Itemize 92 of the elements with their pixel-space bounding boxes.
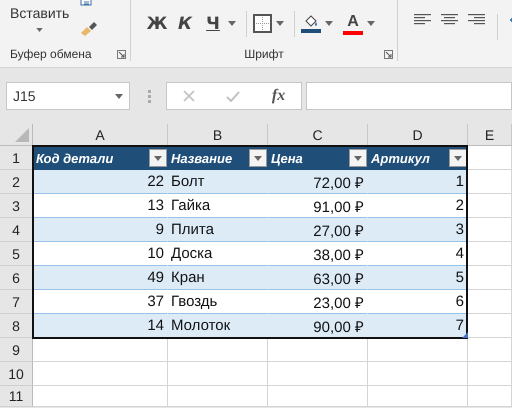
grid-cell[interactable] [368, 338, 468, 362]
table-cell: 63,00 ₽ [268, 266, 368, 290]
column-title: Цена [271, 150, 303, 166]
grid-cell[interactable] [468, 290, 512, 314]
caret-icon [454, 156, 462, 160]
table-cell: 1 [368, 170, 468, 194]
row-header[interactable]: 2 [0, 170, 33, 194]
table-cell: 3 [368, 218, 468, 242]
table-cell: 90,00 ₽ [268, 314, 368, 338]
grid-cell[interactable] [468, 146, 512, 170]
grid-cell[interactable] [33, 362, 168, 386]
align-left-icon[interactable] [414, 14, 431, 26]
align-right-icon[interactable] [468, 14, 485, 26]
table-cell: Кран [168, 266, 268, 290]
underline-button[interactable]: Ч [202, 14, 224, 34]
row-header[interactable]: 9 [0, 338, 33, 362]
borders-icon[interactable] [253, 14, 272, 33]
check-icon[interactable] [226, 90, 240, 102]
row-header[interactable]: 3 [0, 194, 33, 218]
grid-cell[interactable] [368, 362, 468, 386]
grid-cell[interactable] [168, 338, 268, 362]
table-cell: 14 [33, 314, 168, 338]
row-header[interactable]: 8 [0, 314, 33, 338]
table-cell: Молоток [168, 314, 268, 338]
filter-button[interactable] [449, 149, 467, 167]
grid-cell[interactable] [268, 362, 368, 386]
table-cell: 72,00 ₽ [268, 170, 368, 194]
row-header[interactable]: 4 [0, 218, 33, 242]
italic-button[interactable]: К [174, 14, 196, 34]
font-color-button[interactable]: A [343, 12, 363, 34]
dialog-launcher-icon[interactable] [117, 50, 126, 59]
format-painter-icon[interactable] [79, 21, 100, 37]
table-cell: 49 [33, 266, 168, 290]
drag-handle-icon[interactable] [148, 90, 151, 102]
grid-cell[interactable] [168, 386, 268, 407]
bold-button[interactable]: Ж [146, 14, 168, 34]
caret-icon[interactable] [228, 21, 236, 26]
caret-icon[interactable] [276, 21, 284, 26]
grid-cell[interactable] [268, 338, 368, 362]
formula-input[interactable] [306, 82, 512, 110]
group-label: Буфер обмена [10, 47, 92, 61]
caret-icon [354, 156, 362, 160]
row-header[interactable]: 5 [0, 242, 33, 266]
grid-cell[interactable] [468, 170, 512, 194]
grid-cell[interactable] [33, 338, 168, 362]
grid-cell[interactable] [468, 218, 512, 242]
fill-color-bar [301, 29, 321, 33]
column-title: Название [171, 150, 232, 166]
grid-cell[interactable] [33, 386, 168, 407]
table-cell: 7 [368, 314, 468, 338]
grid-cell[interactable] [168, 362, 268, 386]
grid-cell[interactable] [468, 242, 512, 266]
table-cell: Болт [168, 170, 268, 194]
grid-cell[interactable] [368, 386, 468, 407]
grid-cell[interactable] [468, 266, 512, 290]
column-header[interactable]: C [268, 124, 368, 146]
insert-function-button[interactable]: fx [272, 87, 286, 105]
caret-icon[interactable] [115, 94, 123, 98]
row-header[interactable]: 10 [0, 362, 33, 386]
grid-cell[interactable] [268, 386, 368, 407]
column-header[interactable]: E [468, 124, 512, 146]
column-header[interactable]: D [368, 124, 468, 146]
grid-cell[interactable] [468, 362, 512, 386]
column-header[interactable]: A [33, 124, 168, 146]
caret-icon [154, 156, 162, 160]
caret-icon[interactable] [367, 21, 375, 26]
table-cell: 5 [368, 266, 468, 290]
grid-cell[interactable] [468, 338, 512, 362]
align-center-icon[interactable] [441, 14, 458, 26]
column-title: Код детали [36, 150, 114, 166]
row-header[interactable]: 7 [0, 290, 33, 314]
row-header[interactable]: 11 [0, 386, 33, 407]
fill-bucket-icon[interactable] [303, 14, 319, 29]
table-cell: Плита [168, 218, 268, 242]
row-header[interactable]: 6 [0, 266, 33, 290]
caret-icon[interactable] [325, 21, 333, 26]
grid-cell[interactable] [468, 314, 512, 338]
table-cell: 27,00 ₽ [268, 218, 368, 242]
cell-reference: J15 [13, 88, 36, 104]
row-header[interactable]: 1 [0, 146, 33, 170]
paste-button[interactable]: Вставить [10, 5, 70, 21]
grid-cell[interactable] [468, 194, 512, 218]
grid-cell[interactable] [468, 386, 512, 407]
column-title: Артикул [371, 150, 430, 166]
caret-icon [254, 156, 262, 160]
dialog-launcher-icon[interactable] [384, 50, 393, 59]
name-box[interactable]: J15 [6, 82, 130, 110]
caret-icon[interactable] [36, 28, 44, 32]
column-header[interactable]: B [168, 124, 268, 146]
table-cell: 22 [33, 170, 168, 194]
table-cell: 9 [33, 218, 168, 242]
group-label: Шрифт [244, 47, 284, 61]
